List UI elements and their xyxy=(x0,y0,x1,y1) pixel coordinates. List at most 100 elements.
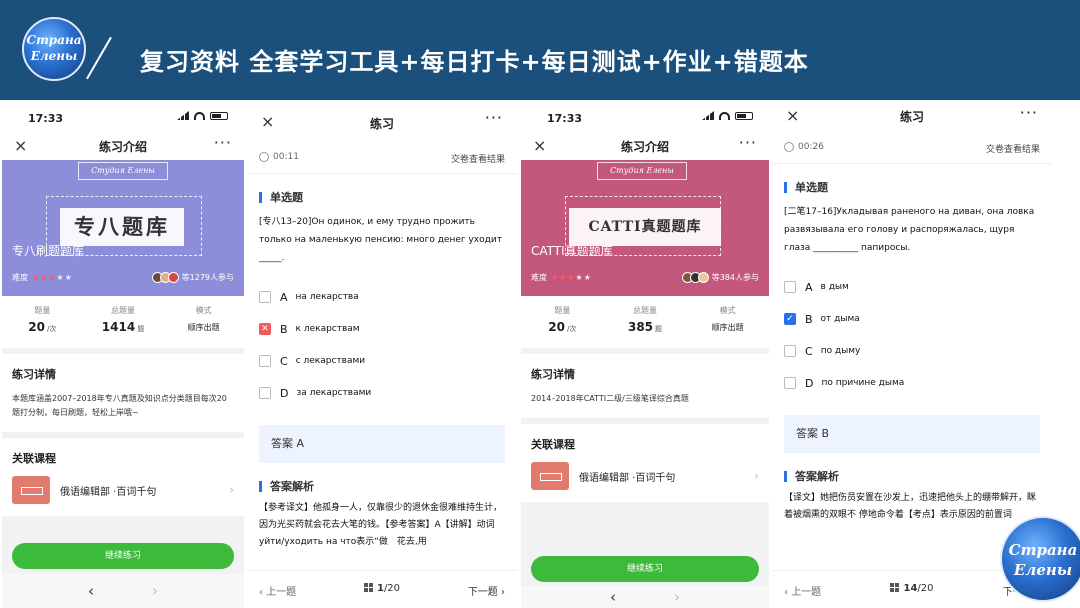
phone-screen-quiz-tem8: × 练习 ··· 00:11 交卷查看结果 单选题 [专八13–20]Он од… xyxy=(247,102,517,608)
option-b[interactable]: ✕ Bк лекарствам xyxy=(259,313,505,345)
option-c[interactable]: Cс лекарствами xyxy=(259,345,505,377)
forward-arrow-icon[interactable]: › xyxy=(674,588,680,606)
question-type: 单选题 xyxy=(259,192,505,203)
continue-practice-button[interactable]: 继续练习 xyxy=(531,556,759,582)
section-title: 关联课程 xyxy=(531,438,575,451)
stat-label: 题量 xyxy=(554,306,571,315)
course-item[interactable]: 俄语编辑部 ·百词千句 › xyxy=(12,476,234,504)
chevron-right-icon: › xyxy=(754,469,759,483)
option-letter: D xyxy=(280,386,289,400)
next-question-button[interactable]: 下一题 › xyxy=(468,583,505,598)
more-icon[interactable]: ··· xyxy=(1020,103,1038,122)
option-text: в дым xyxy=(820,282,849,292)
option-d[interactable]: Dза лекарствами xyxy=(259,377,505,409)
timer-bar: 00:11 交卷查看结果 xyxy=(247,140,517,174)
quiz-title: 练习 xyxy=(369,117,394,131)
checkbox[interactable] xyxy=(259,291,271,303)
option-a[interactable]: Aв дым xyxy=(784,271,1040,303)
stats-row: 题量 20/次 总题量 385 题 模式 顺序出题 xyxy=(521,296,769,348)
checkbox[interactable] xyxy=(784,345,796,357)
nav-bar: × 练习介绍 ··· xyxy=(521,132,769,160)
browser-nav: ‹ › xyxy=(2,574,244,608)
stat-unit: 题 xyxy=(137,325,145,333)
cover-brand: Студия Елены xyxy=(597,162,687,180)
option-text: на лекарства xyxy=(295,292,359,302)
option-letter: A xyxy=(280,290,288,304)
option-d[interactable]: Dпо причине дыма xyxy=(784,367,1040,399)
analysis-text: 【译文】她把伤员安置在沙发上，迅速把他头上的绷带解开，眯着被烟熏的双眼不 停地命… xyxy=(784,493,1037,520)
stats-row: 题量 20/次 总题量 1414 题 模式 顺序出题 xyxy=(2,296,244,348)
course-thumbnail xyxy=(531,462,569,490)
quiz-header: × 练习 ··· xyxy=(247,102,517,140)
option-a[interactable]: Aна лекарства xyxy=(259,281,505,313)
more-icon[interactable]: ··· xyxy=(214,133,232,152)
practice-details: 练习详情 本题库涵盖2007–2018年专八真题及知识点分类题目每次20题打分制… xyxy=(2,354,244,432)
option-text: к лекарствам xyxy=(295,324,360,334)
wrong-mark-icon[interactable]: ✕ xyxy=(259,323,271,335)
signal-icon xyxy=(177,111,189,120)
cover-title: 专八刷题题库 xyxy=(12,244,85,258)
continue-practice-button[interactable]: 继续练习 xyxy=(12,543,234,569)
course-name: 俄语编辑部 ·百词千句 xyxy=(579,472,676,484)
details-text: 2014–2018年CATTI二级/三级笔译综合真题 xyxy=(531,394,689,403)
checkbox[interactable] xyxy=(259,387,271,399)
option-b[interactable]: ✓ Bот дыма xyxy=(784,303,1040,335)
status-time: 17:33 xyxy=(28,112,64,125)
difficulty-label: 难度 xyxy=(531,273,547,282)
course-item[interactable]: 俄语编辑部 ·百词千句 › xyxy=(531,462,759,490)
timer: 00:11 xyxy=(273,152,299,162)
logo-line2: Елены xyxy=(30,49,78,63)
option-text: за лекарствами xyxy=(296,388,372,398)
section-title: 关联课程 xyxy=(12,452,56,465)
battery-icon xyxy=(210,111,228,120)
strana-eleny-watermark-logo: Страна Елены xyxy=(1000,516,1080,602)
stat-unit: 题 xyxy=(655,325,663,333)
analysis-title: 答案解析 xyxy=(259,481,505,492)
stat-per-session: 题量 20/次 xyxy=(521,296,604,348)
timer-bar: 00:26 交卷查看结果 xyxy=(772,130,1052,164)
analysis-title: 答案解析 xyxy=(784,471,1040,482)
practice-details: 练习详情 2014–2018年CATTI二级/三级笔译综合真题 xyxy=(521,354,769,418)
cover-image: Студия Елены 专八题库 专八刷题题库 难度 ★★★★★ 等1279人… xyxy=(2,160,244,296)
option-text: от дыма xyxy=(820,314,860,324)
checkbox[interactable] xyxy=(784,281,796,293)
cover-plate: CATTI真题题库 xyxy=(569,208,721,246)
more-icon[interactable]: ··· xyxy=(739,133,757,152)
next-label: 下一题 xyxy=(467,587,498,598)
nav-title: 练习介绍 xyxy=(620,140,669,154)
related-courses: 关联课程 俄语编辑部 ·百词千句 › xyxy=(2,438,244,516)
course-thumbnail xyxy=(12,476,50,504)
checkbox[interactable] xyxy=(259,355,271,367)
submit-button[interactable]: 交卷查看结果 xyxy=(986,142,1040,155)
more-icon[interactable]: ··· xyxy=(485,108,503,127)
back-arrow-icon[interactable]: ‹ xyxy=(610,588,616,606)
nav-title: 练习介绍 xyxy=(98,140,147,154)
stat-total: 总题量 1414 题 xyxy=(83,296,164,348)
stat-value: 顺序出题 xyxy=(187,323,220,332)
timer: 00:26 xyxy=(798,142,824,152)
phone-screen-practice-intro-tem8: 17:33 × 练习介绍 ··· Студия Елены 专八题库 专八刷题题… xyxy=(2,102,244,608)
wifi-icon xyxy=(194,111,205,120)
option-letter: B xyxy=(805,312,813,326)
divider-slash xyxy=(86,36,112,80)
cover-meta: 难度 ★★★★★ 等1279人参与 xyxy=(12,272,234,283)
back-arrow-icon[interactable]: ‹ xyxy=(88,582,94,600)
difficulty-stars: ★★★★★ xyxy=(32,273,73,282)
submit-button[interactable]: 交卷查看结果 xyxy=(451,152,505,165)
battery-icon xyxy=(735,111,753,120)
option-text: по дыму xyxy=(820,346,861,356)
stat-mode: 模式 顺序出题 xyxy=(163,296,244,348)
total-pages: /20 xyxy=(917,583,934,594)
grid-icon xyxy=(363,583,373,592)
checkbox[interactable] xyxy=(784,377,796,389)
question-text: [专八13–20]Он одинок, и ему трудно прожить… xyxy=(259,217,502,263)
forward-arrow-icon[interactable]: › xyxy=(152,582,158,600)
current-page: 1 xyxy=(376,583,384,594)
checkmark-icon[interactable]: ✓ xyxy=(784,313,796,325)
status-time: 17:33 xyxy=(547,112,583,125)
phone-screen-practice-intro-catti: 17:33 × 练习介绍 ··· Студия Елены CATTI真题题库 … xyxy=(521,102,769,608)
option-c[interactable]: Cпо дыму xyxy=(784,335,1040,367)
options-list: Aв дым ✓ Bот дыма Cпо дыму Dпо причине ды… xyxy=(784,271,1040,399)
stat-value: 20 xyxy=(28,320,45,334)
option-letter: C xyxy=(280,354,288,368)
